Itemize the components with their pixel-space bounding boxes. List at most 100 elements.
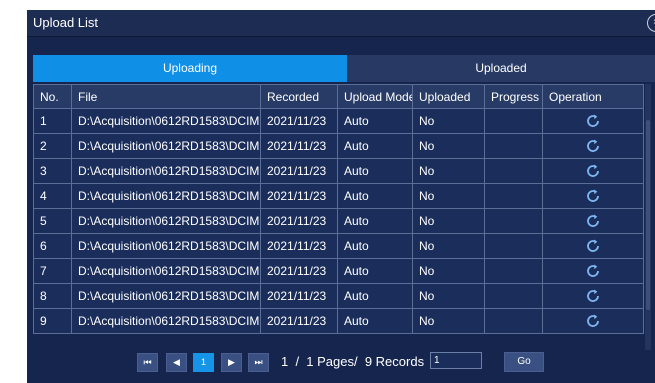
uploaded-status: No [412,108,485,134]
table-row[interactable]: 6 D:\Acquisition\0612RD1583\DCIM 2021/11/2… [33,233,644,259]
vertical-scrollbar[interactable] [645,84,651,350]
operation-cell [542,258,644,284]
table-row[interactable]: 9 D:\Acquisition\0612RD1583\DCIM 2021/11/2… [33,308,644,334]
column-header-no[interactable]: No. [33,84,72,109]
recorded-date: 2021/11/23 [260,233,338,259]
table-row[interactable]: 1 D:\Acquisition\0612RD1583\DCIM 2021/11/2… [33,108,644,134]
refresh-icon[interactable] [585,238,601,254]
progress-cell [484,208,543,234]
file-path: D:\Acquisition\0612RD1583\DCIM [71,233,261,259]
file-path: D:\Acquisition\0612RD1583\DCIM [71,283,261,309]
progress-cell [484,233,543,259]
upload-mode: Auto [337,208,413,234]
column-header-upload-mode[interactable]: Upload Mode [337,84,413,109]
progress-cell [484,183,543,209]
file-path: D:\Acquisition\0612RD1583\DCIM [71,308,261,334]
file-path: D:\Acquisition\0612RD1583\DCIM [71,108,261,134]
operation-cell [542,108,644,134]
operation-cell [542,183,644,209]
page-1-button[interactable]: 1 [193,353,214,372]
column-header-operation[interactable]: Operation [542,84,644,109]
recorded-date: 2021/11/23 [260,283,338,309]
upload-mode: Auto [337,308,413,334]
row-number: 1 [33,108,72,134]
recorded-date: 2021/11/23 [260,133,338,159]
table-row[interactable]: 7 D:\Acquisition\0612RD1583\DCIM 2021/11/2… [33,258,644,284]
tab-uploading[interactable]: Uploading [33,55,347,82]
upload-list-window: Upload List × Uploading Uploaded No. Fil… [27,10,655,383]
progress-cell [484,283,543,309]
refresh-icon[interactable] [585,138,601,154]
recorded-date: 2021/11/23 [260,208,338,234]
column-header-uploaded[interactable]: Uploaded [412,84,485,109]
upload-mode: Auto [337,108,413,134]
file-path: D:\Acquisition\0612RD1583\DCIM [71,183,261,209]
prev-page-icon: ◀ [173,357,180,367]
pagination-bar: ⏮ ◀ 1 ▶ ⏭ 1 / 1 Pages/ 9 Records Go [27,352,655,375]
refresh-icon[interactable] [585,163,601,179]
column-header-file[interactable]: File [71,84,261,109]
last-page-button[interactable]: ⏭ [248,353,269,372]
upload-mode: Auto [337,158,413,184]
upload-table-container: No. File Recorded Upload Mode Uploaded P… [33,84,651,350]
table-row[interactable]: 5 D:\Acquisition\0612RD1583\DCIM 2021/11/2… [33,208,644,234]
row-number: 4 [33,183,72,209]
recorded-date: 2021/11/23 [260,158,338,184]
row-number: 2 [33,133,72,159]
uploaded-status: No [412,133,485,159]
refresh-icon[interactable] [585,263,601,279]
column-header-progress[interactable]: Progress [484,84,543,109]
operation-cell [542,233,644,259]
uploaded-status: No [412,258,485,284]
file-path: D:\Acquisition\0612RD1583\DCIM [71,133,261,159]
tab-bar: Uploading Uploaded [33,55,655,82]
uploaded-status: No [412,158,485,184]
operation-cell [542,158,644,184]
table-row[interactable]: 2 D:\Acquisition\0612RD1583\DCIM 2021/11/2… [33,133,644,159]
recorded-date: 2021/11/23 [260,308,338,334]
progress-cell [484,158,543,184]
table-row[interactable]: 8 D:\Acquisition\0612RD1583\DCIM 2021/11/2… [33,283,644,309]
progress-cell [484,308,543,334]
refresh-icon[interactable] [585,188,601,204]
row-number: 9 [33,308,72,334]
operation-cell [542,283,644,309]
next-page-button[interactable]: ▶ [221,353,242,372]
next-page-icon: ▶ [228,357,235,367]
last-page-icon: ⏭ [254,357,263,367]
table-header-row: No. File Recorded Upload Mode Uploaded P… [33,84,644,109]
scrollbar-thumb[interactable] [646,120,650,310]
uploaded-status: No [412,183,485,209]
row-number: 3 [33,158,72,184]
column-header-recorded[interactable]: Recorded [260,84,338,109]
upload-mode: Auto [337,258,413,284]
refresh-icon[interactable] [585,288,601,304]
upload-mode: Auto [337,133,413,159]
refresh-icon[interactable] [585,313,601,329]
uploaded-status: No [412,308,485,334]
recorded-date: 2021/11/23 [260,108,338,134]
refresh-icon[interactable] [585,113,601,129]
recorded-date: 2021/11/23 [260,258,338,284]
page-number-input[interactable] [430,352,482,369]
refresh-icon[interactable] [585,213,601,229]
upload-mode: Auto [337,233,413,259]
table-row[interactable]: 3 D:\Acquisition\0612RD1583\DCIM 2021/11/2… [33,158,644,184]
tab-uploaded[interactable]: Uploaded [347,55,655,82]
progress-cell [484,258,543,284]
title-bar: Upload List [27,10,655,37]
recorded-date: 2021/11/23 [260,183,338,209]
go-button[interactable]: Go [504,352,544,372]
upload-table: No. File Recorded Upload Mode Uploaded P… [33,84,644,334]
file-path: D:\Acquisition\0612RD1583\DCIM [71,208,261,234]
page-info: 1 / 1 Pages/ 9 Records [281,354,425,369]
operation-cell [542,133,644,159]
upload-mode: Auto [337,183,413,209]
row-number: 8 [33,283,72,309]
file-path: D:\Acquisition\0612RD1583\DCIM [71,258,261,284]
row-number: 7 [33,258,72,284]
table-row[interactable]: 4 D:\Acquisition\0612RD1583\DCIM 2021/11/2… [33,183,644,209]
upload-mode: Auto [337,283,413,309]
prev-page-button[interactable]: ◀ [166,353,187,372]
first-page-button[interactable]: ⏮ [137,353,158,372]
